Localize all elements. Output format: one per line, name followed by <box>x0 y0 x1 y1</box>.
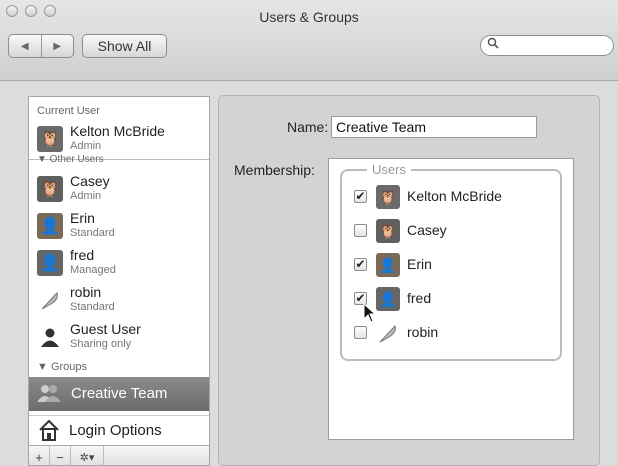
owl-avatar-icon: 🦉 <box>376 185 400 209</box>
photo-avatar-icon: 👤 <box>37 250 63 276</box>
feather-avatar-icon <box>37 287 63 313</box>
name-label: Name: <box>287 119 329 135</box>
user-role: Standard <box>70 301 115 313</box>
sidebar-item-erin[interactable]: 👤 Erin Standard <box>29 210 209 246</box>
forward-button[interactable]: ▶ <box>40 35 74 57</box>
sidebar-bottom-bar: + − ✲▾ <box>29 445 209 465</box>
user-role: Admin <box>70 190 102 202</box>
other-users-header: ▼ Other Users <box>37 154 104 165</box>
house-icon <box>37 418 61 442</box>
member-row-robin[interactable]: robin <box>352 320 552 348</box>
user-name: Guest User <box>70 321 141 337</box>
user-name: fred <box>70 247 95 263</box>
window-title: Users & Groups <box>259 9 359 25</box>
mouse-pointer-icon <box>363 302 377 328</box>
feather-avatar-icon <box>376 321 400 345</box>
group-icon <box>37 384 61 407</box>
sidebar-item-robin[interactable]: robin Standard <box>29 284 209 320</box>
owl-avatar-icon: 🦉 <box>376 219 400 243</box>
photo-avatar-icon: 👤 <box>376 253 400 277</box>
current-user-header: Current User <box>37 105 100 117</box>
sidebar-item-fred[interactable]: 👤 fred Managed <box>29 247 209 283</box>
users-group-legend: Users <box>367 162 411 177</box>
sidebar-item-casey[interactable]: 🦉 Casey Admin <box>29 173 209 209</box>
photo-avatar-icon: 👤 <box>37 213 63 239</box>
owl-avatar-icon: 🦉 <box>37 126 63 152</box>
member-name: Erin <box>407 256 432 272</box>
user-name: Casey <box>70 173 110 189</box>
remove-user-button[interactable]: − <box>50 446 71 465</box>
photo-avatar-icon: 👤 <box>376 287 400 311</box>
users-sidebar: Current User 🦉 Kelton McBride Admin ▼ Ot… <box>28 96 210 466</box>
member-row-fred[interactable]: ✔ 👤 fred <box>352 286 552 314</box>
membership-label: Membership: <box>234 162 315 178</box>
group-name-field[interactable]: Creative Team <box>331 116 537 138</box>
login-options-label: Login Options <box>69 422 162 439</box>
search-icon <box>487 37 499 52</box>
group-label: Creative Team <box>71 385 168 402</box>
sidebar-item-guest-user[interactable]: Guest User Sharing only <box>29 321 209 357</box>
show-all-button[interactable]: Show All <box>82 34 167 58</box>
user-name: Erin <box>70 210 95 226</box>
login-options-item[interactable]: Login Options <box>29 415 209 446</box>
groups-header: ▼ Groups <box>37 361 88 373</box>
member-name: robin <box>407 324 439 340</box>
member-name: fred <box>407 290 432 306</box>
window-toolbar: Users & Groups ◀ ▶ Show All <box>0 0 618 81</box>
member-name: Casey <box>407 222 447 238</box>
member-checkbox[interactable]: ✔ <box>354 190 367 203</box>
member-checkbox[interactable] <box>354 224 367 237</box>
member-checkbox[interactable]: ✔ <box>354 258 367 271</box>
person-silhouette-icon <box>37 324 63 350</box>
gear-menu-button[interactable]: ✲▾ <box>71 446 104 465</box>
user-name: Kelton McBride <box>70 123 165 139</box>
member-row-kelton[interactable]: ✔ 🦉 Kelton McBride <box>352 184 552 212</box>
back-forward-control: ◀ ▶ <box>8 34 74 58</box>
user-role: Admin <box>70 140 102 152</box>
user-name: robin <box>70 284 102 300</box>
user-role: Sharing only <box>70 338 132 350</box>
member-name: Kelton McBride <box>407 188 502 204</box>
add-user-button[interactable]: + <box>29 446 50 465</box>
member-row-casey[interactable]: 🦉 Casey <box>352 218 552 246</box>
owl-avatar-icon: 🦉 <box>37 176 63 202</box>
sidebar-item-creative-team[interactable]: Creative Team <box>29 377 209 411</box>
back-button[interactable]: ◀ <box>9 35 41 57</box>
user-role: Managed <box>70 264 116 276</box>
member-row-erin[interactable]: ✔ 👤 Erin <box>352 252 552 280</box>
user-role: Standard <box>70 227 115 239</box>
search-field[interactable] <box>480 35 614 56</box>
